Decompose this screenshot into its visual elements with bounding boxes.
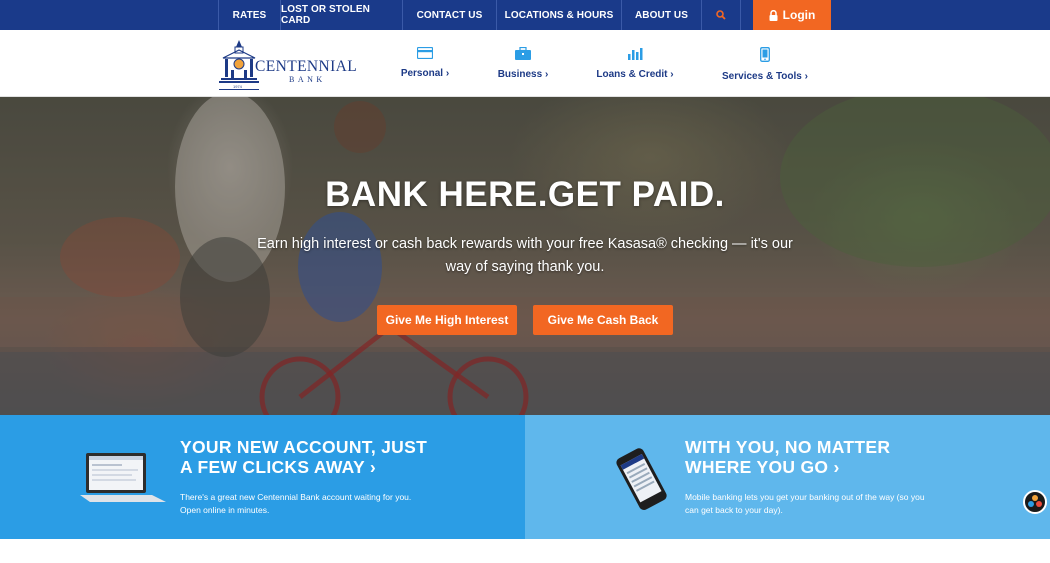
mobile-banking-text: Mobile banking lets you get your banking…	[685, 492, 925, 515]
mobile-banking-heading-line1: WITH YOU, NO MATTER	[685, 437, 891, 457]
nav-services-label: Services & Tools	[722, 71, 802, 82]
mobile-banking-heading[interactable]: WITH YOU, NO MATTER WHERE YOU GO ›	[685, 437, 890, 477]
nav-loans-label: Loans & Credit	[596, 69, 668, 80]
chevron-right-icon: ›	[369, 457, 376, 477]
lost-stolen-card-link[interactable]: LOST OR STOLEN CARD	[280, 0, 402, 30]
new-account-text: There's a great new Centennial Bank acco…	[180, 492, 412, 515]
nav-personal[interactable]: Personal ›	[399, 47, 451, 87]
page-footer-area	[0, 539, 1050, 563]
smartphone-icon	[616, 448, 667, 511]
new-account-heading[interactable]: YOUR NEW ACCOUNT, JUST A FEW CLICKS AWAY…	[180, 437, 427, 477]
briefcase-icon	[515, 47, 531, 60]
logo-sub: BANK	[289, 75, 326, 84]
cash-back-button[interactable]: Give Me Cash Back	[533, 305, 673, 335]
nav-personal-label: Personal	[400, 68, 444, 79]
nav-business-label: Business	[497, 69, 543, 80]
mobile-banking-heading-line2: WHERE YOU GO	[685, 457, 829, 477]
new-account-heading-line2: A FEW CLICKS AWAY	[180, 457, 365, 477]
nav-services-tools[interactable]: Services & Tools ›	[720, 47, 810, 87]
nav-loans-credit[interactable]: Loans & Credit ›	[594, 47, 676, 87]
search-icon	[716, 10, 726, 20]
logo-year: 1974	[233, 84, 242, 89]
accessibility-widget-icon[interactable]	[1023, 490, 1047, 514]
high-interest-button[interactable]: Give Me High Interest	[377, 305, 517, 335]
mobile-phone-icon	[760, 47, 770, 62]
search-button[interactable]	[701, 0, 741, 30]
login-button[interactable]: Login	[753, 0, 831, 30]
logo-name: CENTENNIAL	[255, 58, 358, 75]
new-account-heading-line1: YOUR NEW ACCOUNT, JUST	[180, 437, 428, 457]
hero-title: BANK HERE.GET PAID.	[325, 175, 725, 214]
site-header: CENTENNIAL BANK 1974 Personal › Business…	[0, 30, 1050, 97]
nav-business[interactable]: Business ›	[496, 47, 550, 87]
utility-nav: RATES LOST OR STOLEN CARD CONTACT US LOC…	[218, 0, 741, 30]
contact-us-link[interactable]: CONTACT US	[402, 0, 496, 30]
laptop-icon	[80, 453, 166, 502]
card-icon	[417, 47, 433, 59]
locations-hours-link[interactable]: LOCATIONS & HOURS	[496, 0, 621, 30]
rates-link[interactable]: RATES	[218, 0, 280, 30]
new-account-panel: YOUR NEW ACCOUNT, JUST A FEW CLICKS AWAY…	[0, 415, 525, 539]
mobile-banking-panel: WITH YOU, NO MATTER WHERE YOU GO › Mobil…	[525, 415, 1050, 539]
hero-banner: BANK HERE.GET PAID. Earn high interest o…	[0, 97, 1050, 415]
hero-subtitle: Earn high interest or cash back rewards …	[257, 236, 793, 275]
login-label: Login	[782, 8, 816, 22]
chevron-right-icon: ›	[833, 457, 840, 477]
lock-icon	[769, 9, 778, 21]
about-us-link[interactable]: ABOUT US	[621, 0, 701, 30]
bar-chart-icon	[628, 48, 643, 60]
centennial-bank-logo[interactable]: CENTENNIAL BANK 1974	[219, 38, 364, 94]
